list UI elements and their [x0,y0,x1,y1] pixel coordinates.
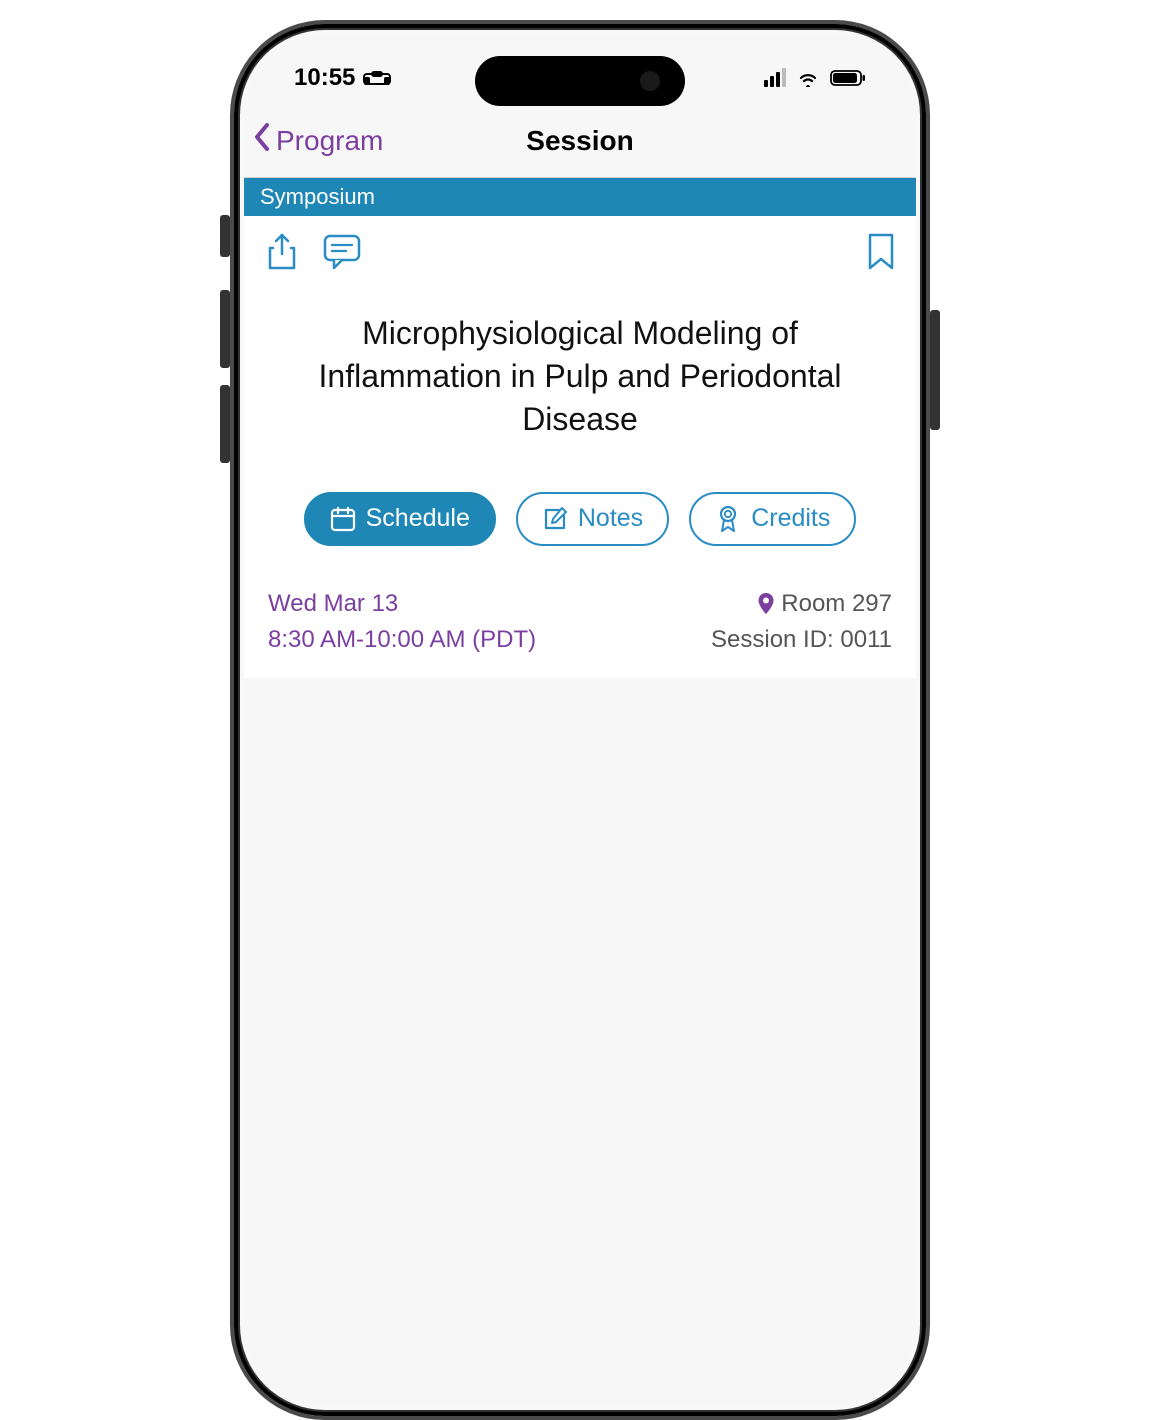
credits-label: Credits [751,504,830,533]
card-action-row [264,232,896,272]
location-pin-icon [757,592,775,616]
back-button[interactable]: Program [252,122,383,159]
meta-location: Room 297 Session ID: 0011 [711,586,892,658]
meta-row: Wed Mar 13 8:30 AM-10:00 AM (PDT) Room 2… [264,586,896,658]
sleep-icon [363,68,391,88]
phone-volume-up-button [220,290,230,368]
credits-button[interactable]: Credits [689,492,856,546]
category-bar: Symposium [244,178,916,216]
wifi-icon [796,69,820,87]
battery-icon [830,69,866,87]
status-time: 10:55 [294,64,355,92]
meta-datetime: Wed Mar 13 8:30 AM-10:00 AM (PDT) [268,586,536,658]
notes-label: Notes [578,504,643,533]
phone-power-button [930,310,940,430]
edit-icon [542,506,568,532]
notes-button[interactable]: Notes [516,492,669,546]
meta-time: 8:30 AM-10:00 AM (PDT) [268,622,536,658]
action-pill-row: Schedule Notes [264,492,896,546]
phone-camera [640,71,660,91]
meta-date: Wed Mar 13 [268,586,536,622]
session-title: Microphysiological Modeling of Inflammat… [264,312,896,442]
page-title: Session [526,125,633,157]
back-label: Program [276,125,383,157]
room-line: Room 297 [711,586,892,622]
chevron-left-icon [252,122,274,159]
award-icon [715,504,741,534]
comment-button[interactable] [322,233,362,271]
schedule-button[interactable]: Schedule [304,492,496,546]
status-left: 10:55 [294,64,391,92]
bookmark-button[interactable] [866,232,896,272]
phone-volume-down-button [220,385,230,463]
phone-frame: 10:55 [230,20,930,1420]
calendar-icon [330,506,356,532]
cellular-icon [764,69,786,87]
phone-screen: 10:55 [244,34,916,1406]
schedule-label: Schedule [366,504,470,533]
meta-session-id: Session ID: 0011 [711,622,892,658]
share-button[interactable] [264,232,300,272]
status-right [764,69,866,87]
meta-room: Room 297 [781,586,892,622]
session-card: Microphysiological Modeling of Inflammat… [244,216,916,678]
category-label: Symposium [260,184,375,209]
phone-silent-switch [220,215,230,257]
nav-bar: Program Session [244,104,916,178]
